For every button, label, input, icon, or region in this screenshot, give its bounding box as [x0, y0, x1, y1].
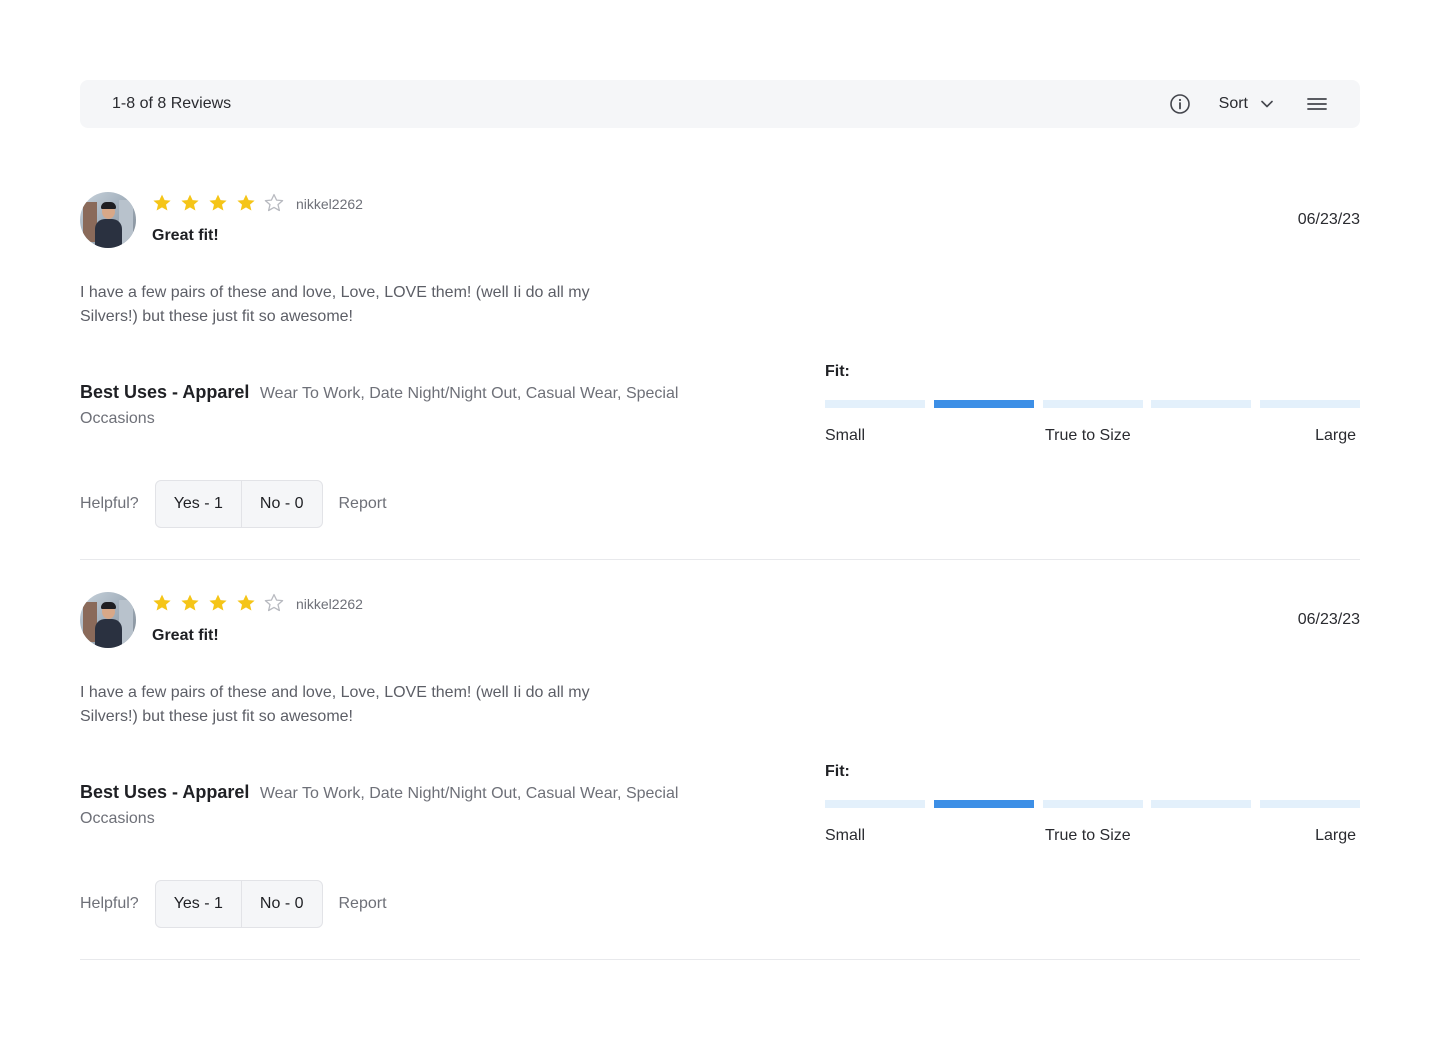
review-card: nikkel2262 Great fit! 06/23/23 I have a … [80, 560, 1360, 960]
star-filled-icon [181, 594, 199, 611]
fit-segment [1042, 400, 1143, 408]
fit-segment [1151, 400, 1252, 408]
fit-scale-large: Large [1315, 427, 1356, 444]
star-filled-icon [153, 194, 171, 211]
info-icon[interactable] [1169, 93, 1191, 115]
fit-scale-labels: Small True to Size Large [825, 827, 1360, 847]
star-filled-icon [153, 594, 171, 611]
review-date: 06/23/23 [1297, 211, 1360, 228]
fit-segment [1042, 800, 1143, 808]
fit-scale-labels: Small True to Size Large [825, 427, 1360, 447]
report-link[interactable]: Report [339, 495, 387, 513]
fit-segment [1260, 800, 1360, 808]
menu-icon[interactable] [1306, 93, 1328, 115]
fit-scale-bar [825, 400, 1360, 408]
fit-scale-large: Large [1315, 827, 1356, 844]
avatar[interactable] [80, 592, 136, 648]
toolbar-actions: Sort [1169, 93, 1328, 115]
sort-dropdown[interactable]: Sort [1219, 95, 1274, 113]
review-count: 1-8 of 8 Reviews [112, 95, 232, 112]
vote-group: Yes - 1 No - 0 [154, 880, 323, 928]
review-body: I have a few pairs of these and love, Lo… [80, 284, 590, 325]
star-rating [152, 193, 292, 213]
fit-scale-true-to-size: True to Size [1045, 827, 1131, 844]
helpful-no-button[interactable]: No - 0 [242, 881, 322, 927]
fit-segment-selected [933, 800, 1034, 808]
fit-segment [825, 400, 925, 408]
star-filled-icon [237, 594, 255, 611]
helpful-yes-button[interactable]: Yes - 1 [156, 881, 242, 927]
helpful-row: Helpful? Yes - 1 No - 0 Report [80, 880, 387, 928]
fit-segment-selected [933, 400, 1034, 408]
helpful-no-button[interactable]: No - 0 [242, 481, 322, 527]
fit-segment [1151, 800, 1252, 808]
best-uses: Best Uses - Apparel Wear To Work, Date N… [80, 380, 740, 431]
username: nikkel2262 [296, 196, 363, 212]
star-filled-icon [181, 194, 199, 211]
star-filled-icon [209, 594, 227, 611]
fit-label: Fit: [825, 763, 850, 780]
fit-label: Fit: [825, 363, 850, 380]
star-filled-icon [237, 194, 255, 211]
fit-scale-bar [825, 800, 1360, 808]
review-title: Great fit! [152, 627, 219, 644]
best-uses-label: Best Uses - Apparel [80, 782, 250, 802]
review-title: Great fit! [152, 227, 219, 244]
best-uses-label: Best Uses - Apparel [80, 382, 250, 402]
helpful-label: Helpful? [80, 895, 139, 912]
helpful-label: Helpful? [80, 495, 139, 512]
report-link[interactable]: Report [339, 895, 387, 913]
star-rating [152, 593, 292, 613]
star-filled-icon [209, 194, 227, 211]
fit-scale-true-to-size: True to Size [1045, 427, 1131, 444]
sort-label: Sort [1218, 95, 1248, 112]
star-empty-icon [264, 193, 284, 212]
reviews-toolbar: 1-8 of 8 Reviews Sort [80, 80, 1360, 128]
review-date: 06/23/23 [1297, 611, 1360, 628]
vote-group: Yes - 1 No - 0 [154, 480, 323, 528]
avatar[interactable] [80, 192, 136, 248]
review-body: I have a few pairs of these and love, Lo… [80, 684, 590, 725]
fit-scale-small: Small [825, 827, 866, 844]
chevron-down-icon [1260, 97, 1274, 111]
fit-segment [1260, 400, 1360, 408]
helpful-yes-button[interactable]: Yes - 1 [156, 481, 242, 527]
review-card: nikkel2262 Great fit! 06/23/23 I have a … [80, 160, 1360, 560]
fit-segment [825, 800, 925, 808]
username: nikkel2262 [296, 596, 363, 612]
fit-scale-small: Small [825, 427, 866, 444]
star-empty-icon [264, 593, 284, 612]
helpful-row: Helpful? Yes - 1 No - 0 Report [80, 480, 387, 528]
best-uses: Best Uses - Apparel Wear To Work, Date N… [80, 780, 740, 831]
